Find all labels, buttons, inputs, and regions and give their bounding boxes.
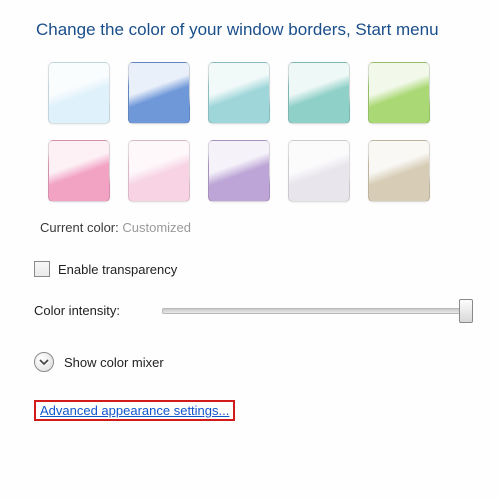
- intensity-slider-thumb[interactable]: [459, 299, 473, 323]
- intensity-slider[interactable]: [162, 308, 470, 314]
- color-swatch-0[interactable]: [48, 62, 110, 124]
- current-color-line: Current color: Customized: [40, 220, 480, 235]
- transparency-checkbox[interactable]: [34, 261, 50, 277]
- color-swatch-3[interactable]: [288, 62, 350, 124]
- intensity-row: Color intensity:: [34, 303, 480, 318]
- intensity-label: Color intensity:: [34, 303, 162, 318]
- advanced-link-highlight: Advanced appearance settings...: [34, 400, 235, 421]
- current-color-label: Current color:: [40, 220, 119, 235]
- color-swatch-6[interactable]: [128, 140, 190, 202]
- color-swatch-5[interactable]: [48, 140, 110, 202]
- color-swatch-grid: [48, 62, 480, 202]
- advanced-appearance-link[interactable]: Advanced appearance settings...: [40, 403, 229, 418]
- color-mixer-row: Show color mixer: [34, 352, 480, 372]
- chevron-down-icon: [39, 357, 49, 367]
- color-mixer-toggle[interactable]: [34, 352, 54, 372]
- color-swatch-8[interactable]: [288, 140, 350, 202]
- color-swatch-1[interactable]: [128, 62, 190, 124]
- color-swatch-2[interactable]: [208, 62, 270, 124]
- color-mixer-label: Show color mixer: [64, 355, 164, 370]
- transparency-row: Enable transparency: [34, 261, 480, 277]
- transparency-label: Enable transparency: [58, 262, 177, 277]
- color-swatch-9[interactable]: [368, 140, 430, 202]
- page-title: Change the color of your window borders,…: [36, 20, 480, 40]
- color-swatch-7[interactable]: [208, 140, 270, 202]
- current-color-value: Customized: [122, 220, 191, 235]
- color-swatch-4[interactable]: [368, 62, 430, 124]
